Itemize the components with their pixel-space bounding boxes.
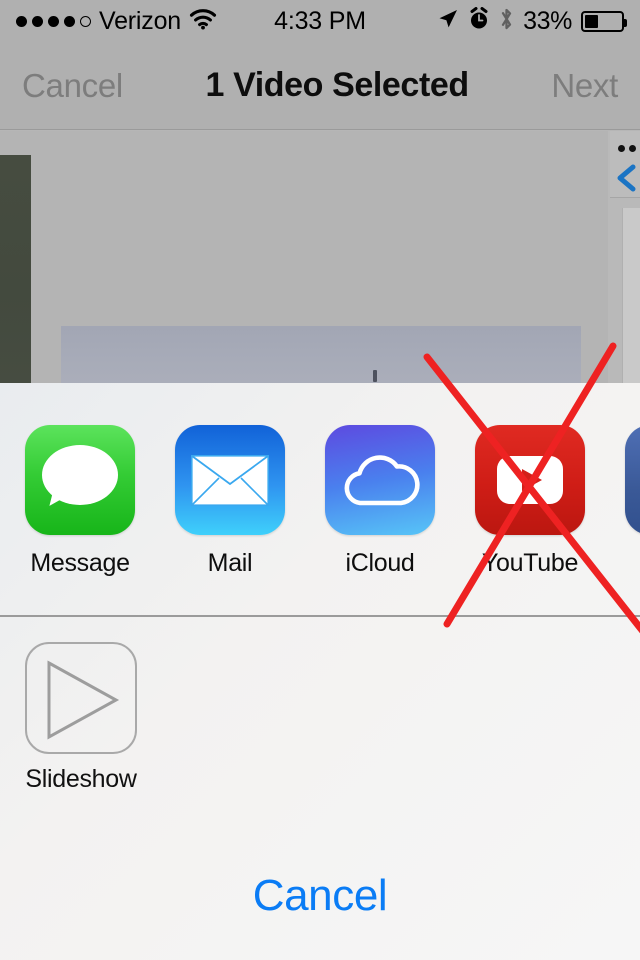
sheet-cancel-button[interactable]: Cancel (253, 871, 388, 921)
battery-percent-label: 33% (523, 6, 572, 35)
status-bar-left: Verizon (16, 7, 217, 36)
iphone-screen: Verizon 4:33 PM 33% Cancel 1 Video Selec… (0, 0, 640, 960)
share-target-youtube[interactable]: YouTube (455, 425, 605, 578)
signal-strength-icon (16, 15, 91, 27)
nav-cancel-button[interactable]: Cancel (22, 67, 123, 105)
battery-icon (581, 10, 627, 32)
alarm-clock-icon (468, 7, 490, 35)
share-actions-row[interactable]: Slideshow (0, 617, 640, 832)
share-target-label: Message (30, 549, 130, 577)
sheet-cancel-area[interactable]: Cancel (0, 832, 640, 960)
wifi-icon (189, 8, 217, 35)
backdrop-video-thumbnail (61, 326, 581, 383)
share-targets-row[interactable]: Message Mail iCloud YouTube (0, 383, 640, 615)
share-target-facebook[interactable]: F (605, 425, 640, 578)
share-target-mail[interactable]: Mail (155, 425, 305, 578)
icloud-cloud-icon[interactable] (325, 425, 435, 535)
location-arrow-icon (437, 8, 459, 35)
backdrop-green-photo-strip (0, 155, 31, 383)
youtube-play-icon[interactable] (475, 425, 585, 535)
share-target-label: iCloud (345, 549, 415, 577)
facebook-icon[interactable] (625, 425, 640, 535)
back-chevron-icon (614, 163, 638, 198)
action-slideshow[interactable]: Slideshow (25, 642, 137, 794)
share-target-label: YouTube (481, 549, 579, 577)
page-title: 1 Video Selected (205, 66, 470, 104)
share-target-label: Mail (207, 549, 253, 577)
backdrop-right-card (622, 208, 640, 383)
photo-picker-backdrop (0, 131, 640, 383)
navigation-bar: Cancel 1 Video Selected Next (0, 42, 640, 130)
share-sheet: Message Mail iCloud YouTube Slideshow Ca… (0, 383, 640, 960)
share-target-icloud[interactable]: iCloud (305, 425, 455, 578)
bluetooth-icon (499, 7, 514, 36)
backdrop-thumbnail-detail (373, 370, 377, 382)
message-bubble-icon[interactable] (25, 425, 135, 535)
backdrop-signal-dots (618, 145, 640, 152)
carrier-label: Verizon (99, 6, 181, 35)
action-label: Slideshow (25, 765, 137, 793)
nav-next-button[interactable]: Next (551, 67, 618, 105)
share-target-message[interactable]: Message (5, 425, 155, 578)
mail-envelope-icon[interactable] (175, 425, 285, 535)
clock-label: 4:33 PM (274, 6, 366, 35)
status-bar-right: 33% (437, 6, 627, 36)
slideshow-play-icon[interactable] (25, 642, 137, 754)
status-bar: Verizon 4:33 PM 33% (0, 0, 640, 42)
